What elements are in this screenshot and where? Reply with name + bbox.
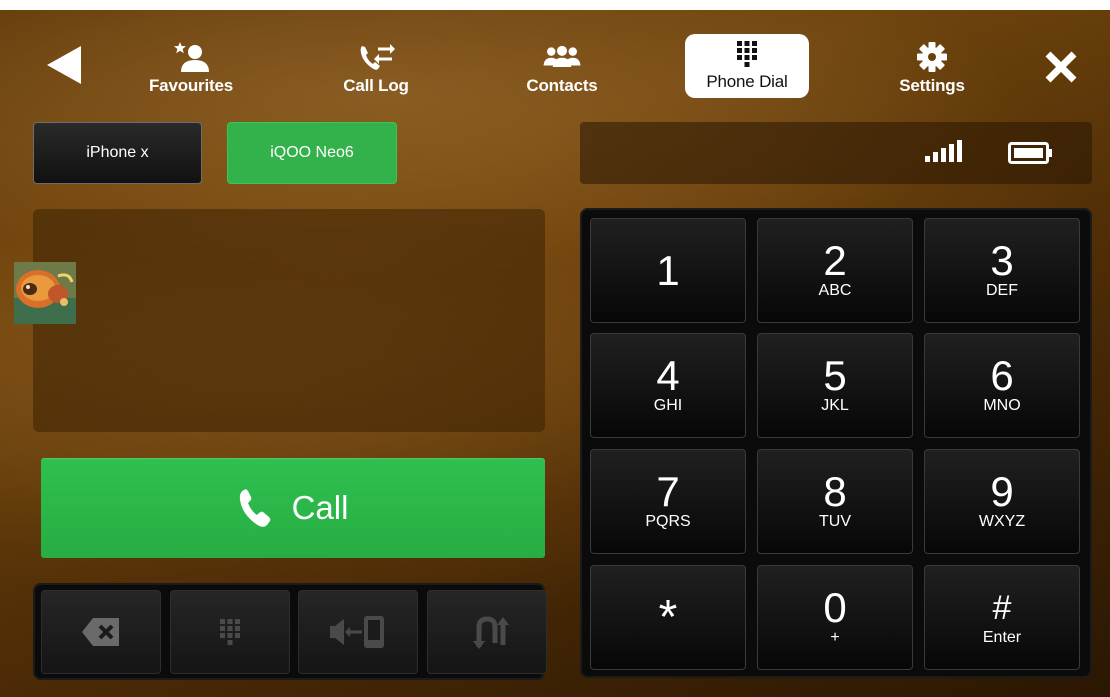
call-button-label: Call <box>291 489 349 526</box>
key-0[interactable]: 0 + <box>757 565 913 670</box>
phone-icon <box>239 489 270 527</box>
back-arrow-icon <box>47 46 81 84</box>
top-nav-bar: Favourites Call Log Contacts Phone Dial … <box>0 10 1110 110</box>
key-letters: DEF <box>986 281 1018 299</box>
close-button[interactable] <box>1036 42 1086 92</box>
key-digit: 8 <box>823 467 847 515</box>
call-toolbar <box>33 583 547 680</box>
key-digit: 2 <box>823 236 847 284</box>
key-3[interactable]: 3 DEF <box>924 218 1080 323</box>
dialpad-icon <box>220 619 240 645</box>
device-button-iphone-x[interactable]: iPhone x <box>33 122 202 184</box>
call-log-icon <box>360 44 395 70</box>
tab-phone-dial[interactable]: Phone Dial <box>685 34 809 98</box>
key-letters: MNO <box>983 396 1021 414</box>
tab-call-log[interactable]: Call Log <box>336 32 416 96</box>
dialed-number-display <box>33 209 545 432</box>
key-digit: 3 <box>990 236 1014 284</box>
key-1[interactable]: 1 <box>590 218 746 323</box>
device-label: iPhone x <box>86 144 149 161</box>
key-7[interactable]: 7 PQRS <box>590 449 746 554</box>
audio-transfer-icon <box>330 616 384 648</box>
contact-avatar <box>14 262 76 324</box>
tab-favourites[interactable]: Favourites <box>144 32 238 96</box>
key-digit: 6 <box>990 351 1014 399</box>
audio-transfer-button[interactable] <box>298 590 418 674</box>
tab-phone-dial-label: Phone Dial <box>706 72 788 91</box>
key-4[interactable]: 4 GHI <box>590 333 746 438</box>
key-digit: * <box>658 590 678 644</box>
favourites-icon <box>174 42 209 72</box>
key-digit: 5 <box>823 351 847 399</box>
switch-call-button[interactable] <box>427 590 547 674</box>
key-2[interactable]: 2 ABC <box>757 218 913 323</box>
key-letters: ABC <box>818 281 852 299</box>
battery-icon <box>1008 142 1052 164</box>
key-digit: 0 <box>823 583 847 631</box>
close-icon <box>1045 51 1077 83</box>
key-9[interactable]: 9 WXYZ <box>924 449 1080 554</box>
key-digit: 1 <box>656 246 680 294</box>
back-button[interactable] <box>40 42 86 88</box>
backspace-button[interactable] <box>41 590 161 674</box>
key-letters: Enter <box>982 628 1022 646</box>
backspace-icon <box>82 618 119 646</box>
key-letters: GHI <box>653 396 683 414</box>
key-letters: WXYZ <box>978 512 1026 530</box>
key-6[interactable]: 6 MNO <box>924 333 1080 438</box>
key-digit: 4 <box>656 351 680 399</box>
key-letters: TUV <box>819 512 851 530</box>
tab-settings-label: Settings <box>899 76 965 95</box>
tab-call-log-label: Call Log <box>343 76 409 95</box>
device-button-iqoo-neo6[interactable]: iQOO Neo6 <box>227 122 397 184</box>
gear-icon <box>917 42 947 72</box>
key-letters: PQRS <box>645 512 691 530</box>
screen-top-strip <box>0 0 1110 10</box>
key-digit: # <box>992 588 1012 627</box>
keypad-toggle-button[interactable] <box>170 590 290 674</box>
key-letters: JKL <box>821 396 849 414</box>
key-digit: 7 <box>656 467 680 515</box>
tab-contacts-label: Contacts <box>526 76 598 95</box>
key-letters: + <box>830 628 840 646</box>
contacts-icon <box>543 45 581 67</box>
phone-status-panel <box>580 122 1092 184</box>
call-button[interactable]: Call <box>41 458 545 558</box>
dial-keypad: 1 2 ABC 3 DEF 4 GHI 5 JKL 6 MNO 7 PQRS 8… <box>580 208 1092 678</box>
dialpad-icon <box>737 41 757 67</box>
key-5[interactable]: 5 JKL <box>757 333 913 438</box>
tab-settings[interactable]: Settings <box>892 32 972 96</box>
device-label: iQOO Neo6 <box>270 144 354 161</box>
switch-call-icon <box>473 616 509 649</box>
key-hash[interactable]: # Enter <box>924 565 1080 670</box>
signal-strength-icon <box>925 140 962 162</box>
key-digit: 9 <box>990 467 1014 515</box>
key-star[interactable]: * <box>590 565 746 670</box>
key-8[interactable]: 8 TUV <box>757 449 913 554</box>
tab-contacts[interactable]: Contacts <box>520 32 604 96</box>
tab-favourites-label: Favourites <box>149 76 233 95</box>
